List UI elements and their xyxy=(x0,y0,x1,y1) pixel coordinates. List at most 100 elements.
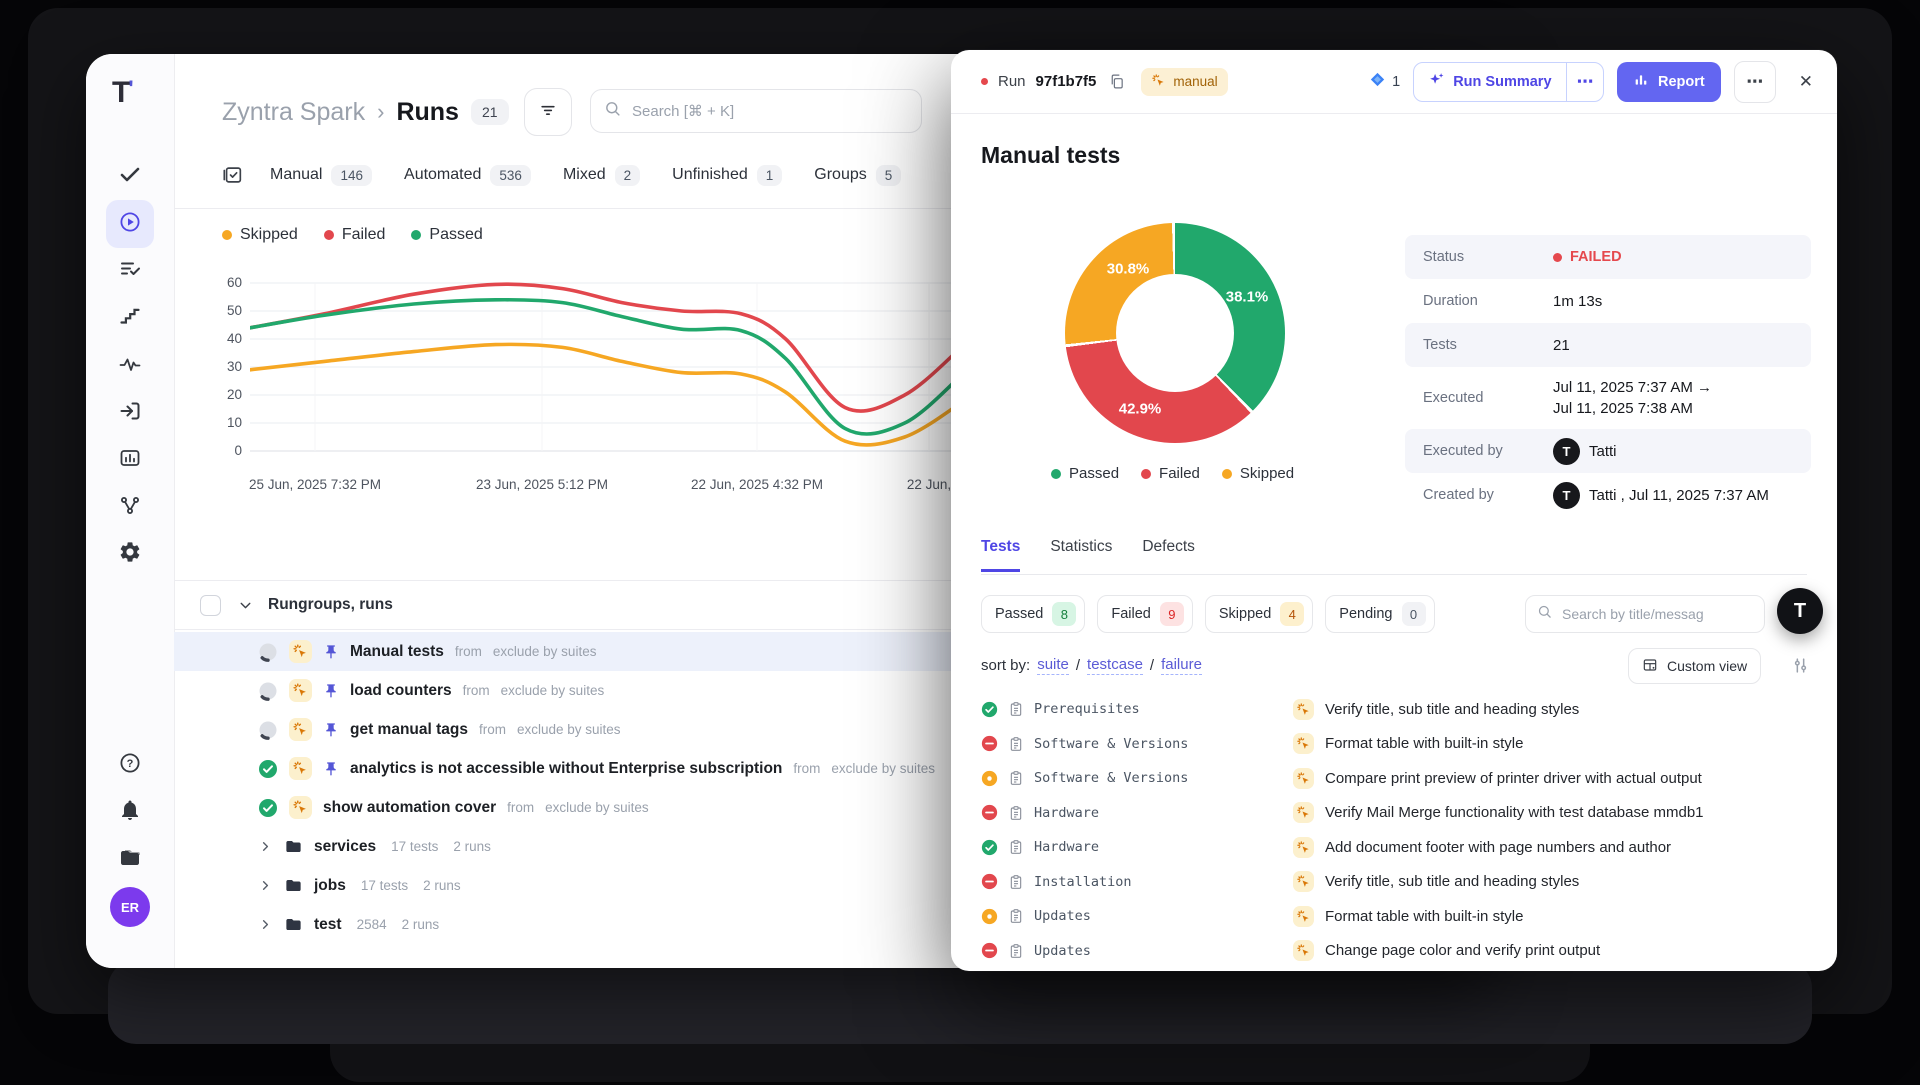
status-failed-icon xyxy=(981,804,998,821)
support-bubble[interactable]: T xyxy=(1777,588,1823,634)
donut-pct-failed: 42.9% xyxy=(1119,401,1162,418)
test-row[interactable]: HardwareAdd document footer with page nu… xyxy=(981,830,1821,865)
test-row[interactable]: HardwareVerify Mail Merge functionality … xyxy=(981,796,1821,831)
app-logo[interactable]: T' xyxy=(112,76,152,112)
select-all-checkbox[interactable] xyxy=(200,595,221,616)
test-title-cell: Add document footer with page numbers an… xyxy=(1293,837,1671,858)
user-avatar[interactable]: ER xyxy=(110,887,150,927)
diamond-count: 1 xyxy=(1392,74,1400,90)
sidebar-item-import[interactable] xyxy=(106,389,154,437)
sort-link-testcase[interactable]: testcase xyxy=(1087,656,1143,675)
filter-chip-failed[interactable]: Failed9 xyxy=(1097,595,1193,633)
tab-manual[interactable]: Manual146 xyxy=(270,165,372,186)
breadcrumb-project[interactable]: Zyntra Spark xyxy=(222,98,365,127)
sidebar-item-notifications[interactable] xyxy=(106,788,154,836)
filter-chip-passed[interactable]: Passed8 xyxy=(981,595,1085,633)
stat-row-executed: ExecutedJul 11, 2025 7:37 AM →Jul 11, 20… xyxy=(1405,367,1811,429)
sidebar-item-settings[interactable] xyxy=(106,530,154,578)
test-row[interactable]: PrerequisitesVerify title, sub title and… xyxy=(981,692,1821,727)
chevron-right-icon[interactable] xyxy=(258,878,273,893)
stat-row-tests: Tests21 xyxy=(1405,323,1811,367)
branch-icon xyxy=(118,493,142,522)
help-icon: ? xyxy=(118,751,142,780)
tab-unfinished[interactable]: Unfinished1 xyxy=(672,165,782,186)
panel-more-button[interactable]: ⋯ xyxy=(1734,61,1776,103)
tests-search[interactable] xyxy=(1525,595,1765,633)
gear-icon xyxy=(118,540,142,569)
filter-button[interactable] xyxy=(524,88,572,136)
sidebar-item-projects[interactable] xyxy=(106,836,154,884)
y-tick-label: 10 xyxy=(198,415,242,430)
close-icon[interactable]: ✕ xyxy=(1795,68,1817,96)
report-button[interactable]: Report xyxy=(1617,62,1721,102)
tab-label: Manual xyxy=(270,166,322,184)
sort-link-suite[interactable]: suite xyxy=(1037,656,1069,675)
chevron-right-icon[interactable] xyxy=(258,917,273,932)
sidebar-item-plans[interactable] xyxy=(106,247,154,295)
suite-name: Updates xyxy=(1034,908,1091,924)
run-source: exclude by suites xyxy=(831,761,935,776)
legend-dot xyxy=(222,230,232,240)
status-skipped-icon xyxy=(981,908,998,925)
filter-chip-skipped[interactable]: Skipped4 xyxy=(1205,595,1313,633)
status-passed-icon xyxy=(258,759,278,779)
chevron-down-icon[interactable] xyxy=(237,597,254,614)
jira-link[interactable]: 1 xyxy=(1369,71,1400,92)
executed-end: Jul 11, 2025 7:38 AM xyxy=(1553,398,1712,419)
search-input[interactable] xyxy=(630,102,908,121)
run-from-label: from xyxy=(455,644,482,659)
sidebar-item-runs[interactable] xyxy=(106,200,154,248)
sidebar-item-testcases[interactable] xyxy=(106,152,154,200)
copy-icon[interactable] xyxy=(1108,73,1125,90)
run-summary-button[interactable]: Run Summary xyxy=(1414,63,1565,101)
chip-count: 4 xyxy=(1280,602,1304,626)
suite-name: Updates xyxy=(1034,943,1091,959)
test-row[interactable]: Installation Verify title, sub title and … xyxy=(981,865,1821,900)
clipboard-icon xyxy=(1008,701,1024,717)
list-check-icon xyxy=(118,257,142,286)
run-from-label: from xyxy=(479,722,506,737)
sidebar-item-pulse[interactable] xyxy=(106,342,154,390)
test-title: Verify title, sub title and heading styl… xyxy=(1325,873,1579,890)
test-suite-cell: Installation xyxy=(981,873,1293,890)
test-row[interactable]: Software & VersionsCompare print preview… xyxy=(981,761,1821,796)
tests-search-input[interactable] xyxy=(1560,605,1753,623)
executed-start: Jul 11, 2025 7:37 AM → xyxy=(1553,377,1712,398)
test-suite-cell: Hardware xyxy=(981,804,1293,821)
run-status-dot xyxy=(981,78,988,85)
tab-count-badge: 1 xyxy=(757,165,783,186)
legend-label: Skipped xyxy=(240,226,298,244)
tab-groups[interactable]: Groups5 xyxy=(814,165,901,186)
sidebar-item-reports[interactable] xyxy=(106,436,154,484)
chevron-right-icon[interactable] xyxy=(258,839,273,854)
run-summary-more-button[interactable]: ⋯ xyxy=(1567,63,1603,101)
select-all-icon[interactable] xyxy=(222,164,244,186)
tab-mixed[interactable]: Mixed2 xyxy=(563,165,640,186)
tab-automated[interactable]: Automated536 xyxy=(404,165,531,186)
status-skipped-icon xyxy=(981,770,998,787)
test-row[interactable]: Software & VersionsFormat table with bui… xyxy=(981,727,1821,762)
sidebar-item-branches[interactable] xyxy=(106,483,154,531)
sort-controls: sort by:suite/testcase/failure xyxy=(981,656,1202,675)
sidebar-item-help[interactable]: ? xyxy=(106,741,154,789)
run-from-label: from xyxy=(507,800,534,815)
custom-view-button[interactable]: Custom view xyxy=(1628,648,1761,684)
test-title: Compare print preview of printer driver … xyxy=(1325,770,1702,787)
test-title: Format table with built-in style xyxy=(1325,908,1523,925)
runs-count-badge: 21 xyxy=(471,99,509,125)
stat-value: TTatti , Jul 11, 2025 7:37 AM xyxy=(1553,482,1769,509)
test-row[interactable]: Updates Format table with built-in style xyxy=(981,899,1821,934)
test-row[interactable]: Updates Change page color and verify prin… xyxy=(981,934,1821,969)
filter-chip-pending[interactable]: Pending0 xyxy=(1325,595,1434,633)
manual-run-icon xyxy=(289,640,312,663)
sidebar-item-milestones[interactable] xyxy=(106,294,154,342)
test-title-cell: Change page color and verify print outpu… xyxy=(1293,940,1600,961)
global-search[interactable] xyxy=(590,89,922,133)
run-type-label: manual xyxy=(1173,74,1217,89)
stat-label: Duration xyxy=(1409,293,1553,309)
sort-link-failure[interactable]: failure xyxy=(1161,656,1202,675)
panel-tab-tests[interactable]: Tests xyxy=(981,538,1020,572)
panel-tab-statistics[interactable]: Statistics xyxy=(1050,538,1112,572)
panel-tab-defects[interactable]: Defects xyxy=(1142,538,1195,572)
sliders-icon[interactable] xyxy=(1791,656,1810,675)
